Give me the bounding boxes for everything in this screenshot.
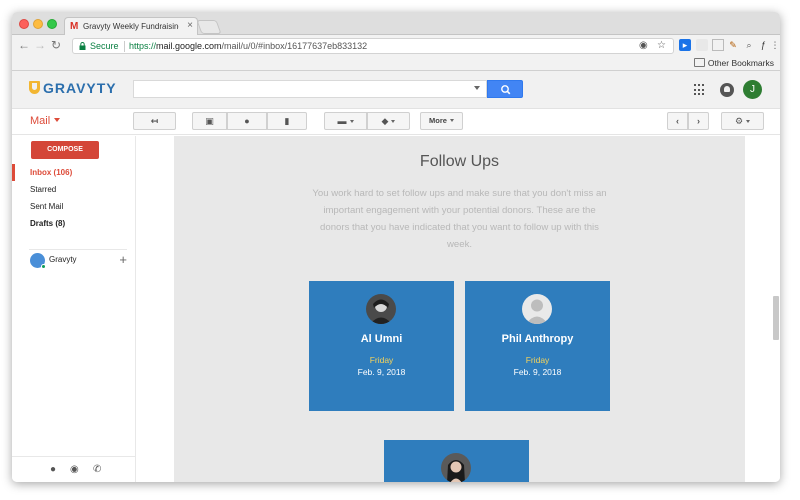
move-to-button[interactable]: ▬ — [324, 112, 367, 130]
trash-icon: ▮ — [284, 116, 290, 126]
apps-grid-icon[interactable] — [694, 84, 706, 96]
scrollbar-thumb[interactable] — [773, 296, 779, 340]
extension-icon[interactable]: ✎ — [727, 39, 739, 51]
notifications-icon[interactable] — [720, 83, 734, 97]
older-button[interactable]: › — [688, 112, 709, 130]
follow-ups-description: You work hard to set follow ups and make… — [312, 188, 607, 250]
forward-icon[interactable]: → — [34, 38, 46, 52]
back-to-inbox-button[interactable]: ↤ — [133, 112, 176, 130]
donor-name: Al Umni — [360, 333, 403, 345]
tab-title: Gravyty Weekly Fundraising Re — [83, 22, 179, 31]
active-indicator — [12, 164, 15, 181]
follow-ups-title: Follow Ups — [419, 153, 500, 170]
donor-name: Phil Anthropy — [501, 333, 574, 345]
more-button[interactable]: More — [420, 112, 463, 130]
sidebar-item-drafts[interactable]: Drafts (8) — [30, 219, 65, 228]
sidebar-item-sent-mail[interactable]: Sent Mail — [30, 202, 63, 211]
account-avatar[interactable]: J — [743, 80, 762, 99]
browser-tab[interactable]: M Gravyty Weekly Fundraising Re × — [64, 17, 198, 35]
back-icon[interactable]: ← — [18, 38, 30, 52]
contacts-icon[interactable]: ● — [50, 464, 56, 475]
folder-icon: ▬ — [337, 116, 347, 126]
hangouts-icon[interactable]: ◉ — [70, 464, 79, 475]
online-status-icon — [41, 264, 46, 269]
maximize-window-button[interactable] — [47, 19, 57, 29]
mail-sidebar: COMPOSE Inbox (106) Starred Sent Mail Dr… — [12, 136, 136, 482]
donor-card[interactable]: Phil Anthropy Friday Feb. 9, 2018 — [465, 281, 610, 411]
donor-photo — [366, 294, 396, 324]
tab-close-icon[interactable]: × — [187, 20, 193, 31]
new-tab-button[interactable] — [196, 20, 222, 34]
report-spam-button[interactable]: ● — [227, 112, 267, 130]
donor-card[interactable]: Al Umni Friday Feb. 9, 2018 — [309, 281, 454, 411]
gmail-icon: M — [70, 21, 79, 32]
address-bar[interactable]: Secure https://mail.google.com/mail/u/0/… — [72, 38, 674, 54]
archive-button[interactable]: ▣ — [192, 112, 227, 130]
chevron-left-icon: ‹ — [676, 116, 679, 126]
donor-card[interactable] — [384, 440, 529, 482]
browser-toolbar: ← → ↻ Secure https://mail.google.com/mai… — [12, 35, 780, 57]
browser-window: M Gravyty Weekly Fundraising Re × ← → ↻ … — [12, 12, 780, 482]
address-divider — [124, 41, 125, 52]
search-icon — [501, 85, 511, 95]
search-input[interactable] — [133, 80, 487, 98]
bookmarks-bar: Other Bookmarks — [12, 57, 780, 71]
donor-day: Friday — [525, 355, 550, 365]
email-body: Follow Ups You work hard to set follow u… — [174, 136, 745, 482]
settings-button[interactable]: ⚙ — [721, 112, 764, 130]
archive-icon: ▣ — [205, 116, 214, 126]
mail-menu[interactable]: Mail — [30, 115, 60, 127]
lock-icon — [79, 42, 86, 50]
sidebar-footer: ● ◉ ✆ — [12, 456, 136, 482]
action-toolbar: Mail ↤ ▣ ● ▮ ▬ ◆ More ‹ › ⚙ — [12, 109, 780, 135]
spam-icon: ● — [244, 116, 250, 126]
donor-date: Feb. 9, 2018 — [357, 367, 406, 377]
back-arrow-icon: ↤ — [150, 116, 159, 126]
compose-button[interactable]: COMPOSE — [31, 141, 99, 159]
extension-icon[interactable] — [712, 39, 724, 51]
url-scheme: https:// — [129, 41, 157, 51]
chevron-right-icon: › — [697, 116, 700, 126]
delete-button[interactable]: ▮ — [267, 112, 307, 130]
minimize-window-button[interactable] — [33, 19, 43, 29]
newer-button[interactable]: ‹ — [667, 112, 688, 130]
tag-icon: ◆ — [381, 116, 389, 126]
eye-icon[interactable]: ◉ — [639, 40, 648, 51]
sidebar-item-inbox[interactable]: Inbox (106) — [30, 168, 72, 177]
gear-icon: ⚙ — [734, 116, 744, 126]
function-extension-icon[interactable]: ƒ — [757, 39, 769, 51]
other-bookmarks-link[interactable]: Other Bookmarks — [694, 58, 774, 68]
hangouts-user[interactable]: Gravyty + — [29, 249, 127, 271]
follow-ups-section: Follow Ups You work hard to set follow u… — [174, 136, 745, 482]
reload-icon[interactable]: ↻ — [51, 38, 61, 52]
phone-icon[interactable]: ✆ — [93, 464, 101, 475]
scrollbar[interactable] — [772, 136, 780, 482]
donor-date: Feb. 9, 2018 — [513, 367, 562, 377]
secure-label: Secure — [90, 41, 119, 51]
extension-icon[interactable] — [696, 39, 708, 51]
donor-photo-placeholder — [522, 294, 552, 324]
browser-menu-icon[interactable]: ⋮ — [769, 39, 780, 51]
hangouts-user-name: Gravyty — [49, 255, 77, 264]
donor-day: Friday — [369, 355, 394, 365]
search-options-icon[interactable] — [474, 86, 480, 90]
close-window-button[interactable] — [19, 19, 29, 29]
logo-text: GRAVYTY — [43, 80, 117, 96]
extension-icon[interactable]: ▸ — [679, 39, 691, 51]
url-text: https://mail.google.com/mail/u/0/#inbox/… — [129, 41, 367, 51]
gmail-header: GRAVYTY J — [12, 71, 780, 109]
search-button[interactable] — [487, 80, 523, 98]
url-path: /mail/u/0/#inbox/16177637eb833132 — [221, 41, 368, 51]
gravyty-shield-icon — [29, 81, 40, 94]
bookmark-star-icon[interactable]: ☆ — [657, 40, 666, 51]
new-hangout-button[interactable]: + — [119, 252, 127, 267]
sidebar-item-starred[interactable]: Starred — [30, 185, 56, 194]
search-extension-icon[interactable]: ⌕ — [743, 39, 755, 51]
labels-button[interactable]: ◆ — [367, 112, 410, 130]
donor-photo — [441, 453, 471, 482]
tab-strip: M Gravyty Weekly Fundraising Re × — [12, 12, 780, 35]
more-label: More — [429, 116, 447, 125]
url-host: mail.google.com — [156, 41, 222, 51]
